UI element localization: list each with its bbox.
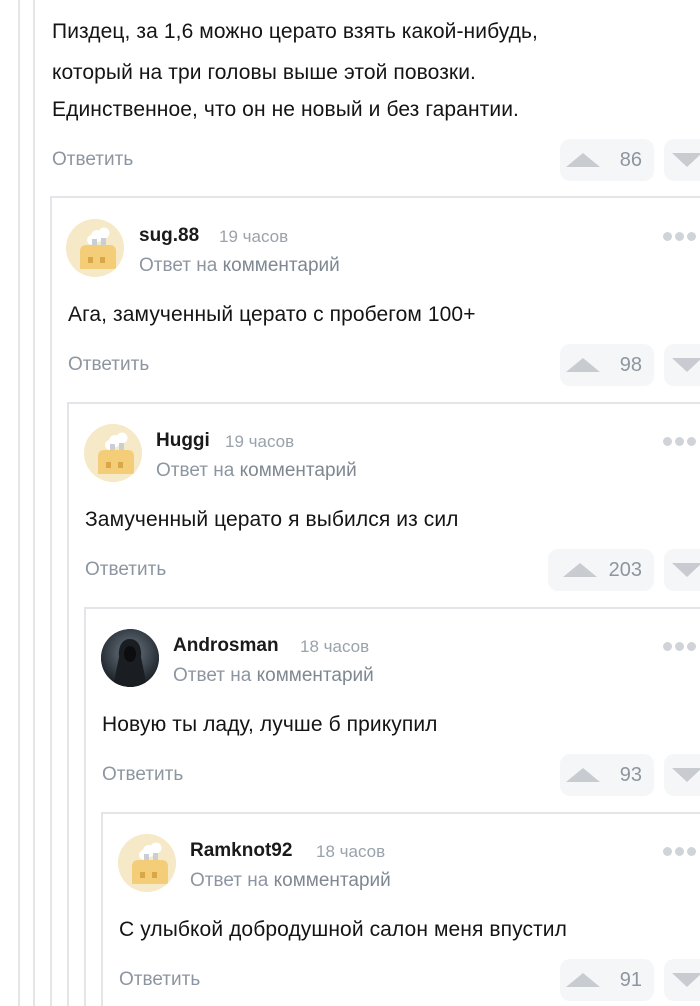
upvote-icon[interactable]: [566, 768, 600, 782]
comment-time: 19 часов: [225, 432, 295, 451]
rating-box: 86: [560, 139, 654, 181]
more-options-icon[interactable]: [663, 437, 696, 446]
reply-button[interactable]: Ответить: [52, 149, 133, 171]
downvote-icon: [672, 153, 700, 167]
rating-box: 91: [560, 959, 654, 1001]
more-options-icon[interactable]: [663, 642, 696, 651]
reply-button[interactable]: Ответить: [85, 559, 166, 581]
parent-comment-link[interactable]: комментарий: [257, 665, 374, 686]
reply-button[interactable]: Ответить: [119, 969, 200, 991]
avatar[interactable]: [66, 219, 124, 277]
comment-text: С улыбкой добродушной салон меня впустил: [119, 918, 567, 941]
comment-text: Замученный церато я выбился из сил: [85, 508, 459, 531]
hooded-figure-avatar-icon: [101, 629, 159, 687]
thread-branch: [101, 812, 700, 814]
answer-prefix: Ответ на: [156, 460, 235, 481]
pikabu-default-avatar-icon: [118, 834, 176, 892]
thread-line: [33, 0, 35, 1006]
downvote-icon: [672, 768, 700, 782]
rating-score: 91: [619, 968, 642, 991]
thread-line: [101, 812, 103, 1006]
comment-time: 19 часов: [219, 227, 289, 246]
answer-prefix: Ответ на: [173, 665, 252, 686]
comment-text: Новую ты ладу, лучше б прикупил: [102, 713, 438, 736]
rating-box: 203: [548, 549, 654, 591]
comment-text: Ага, замученный церато с пробегом 100+: [68, 303, 476, 326]
thread-branch: [50, 196, 700, 198]
rating-box: 98: [560, 344, 654, 386]
answer-to: Ответ на комментарий: [156, 460, 357, 482]
thread-line: [50, 196, 52, 1006]
avatar[interactable]: [118, 834, 176, 892]
avatar[interactable]: [101, 629, 159, 687]
author-name[interactable]: sug.88: [139, 225, 199, 247]
author-name[interactable]: Ramknot92: [190, 840, 292, 862]
downvote-button[interactable]: [664, 139, 700, 181]
parent-comment-link[interactable]: комментарий: [223, 255, 340, 276]
pikabu-default-avatar-icon: [84, 424, 142, 482]
upvote-icon[interactable]: [562, 563, 597, 577]
thread-line: [84, 607, 86, 1006]
avatar[interactable]: [84, 424, 142, 482]
comment-text-line: который на три головы выше этой повозки.: [52, 61, 476, 84]
answer-to: Ответ на комментарий: [139, 255, 340, 277]
more-options-icon[interactable]: [663, 232, 696, 241]
downvote-icon: [672, 563, 700, 577]
reply-button[interactable]: Ответить: [68, 354, 149, 376]
downvote-button[interactable]: [664, 959, 700, 1001]
answer-prefix: Ответ на: [190, 870, 269, 891]
downvote-icon: [672, 358, 700, 372]
rating-score: 98: [619, 353, 642, 376]
downvote-button[interactable]: [664, 754, 700, 796]
downvote-icon: [672, 973, 700, 987]
answer-prefix: Ответ на: [139, 255, 218, 276]
parent-comment-link[interactable]: комментарий: [240, 460, 357, 481]
downvote-button[interactable]: [664, 549, 700, 591]
comment-text-line: Единственное, что он не новый и без гара…: [52, 98, 519, 121]
answer-to: Ответ на комментарий: [173, 665, 374, 687]
rating-score: 203: [608, 558, 642, 581]
comment-time: 18 часов: [300, 637, 370, 656]
pikabu-default-avatar-icon: [66, 219, 124, 277]
downvote-button[interactable]: [664, 344, 700, 386]
upvote-icon[interactable]: [566, 973, 600, 987]
comment-time: 18 часов: [316, 842, 386, 861]
thread-line: [67, 402, 69, 1006]
thread-branch: [84, 607, 700, 609]
rating-box: 93: [560, 754, 654, 796]
rating-score: 93: [619, 763, 642, 786]
thread-branch: [67, 402, 700, 404]
reply-button[interactable]: Ответить: [102, 764, 183, 786]
thread-line: [18, 0, 20, 1006]
parent-comment-link[interactable]: комментарий: [274, 870, 391, 891]
upvote-icon[interactable]: [566, 153, 600, 167]
rating-score: 86: [619, 148, 642, 171]
more-options-icon[interactable]: [663, 847, 696, 856]
author-name[interactable]: Androsman: [173, 635, 279, 657]
answer-to: Ответ на комментарий: [190, 870, 391, 892]
upvote-icon[interactable]: [566, 358, 600, 372]
author-name[interactable]: Huggi: [156, 430, 210, 452]
comment-text-line: Пиздец, за 1,6 можно церато взять какой-…: [52, 20, 538, 43]
